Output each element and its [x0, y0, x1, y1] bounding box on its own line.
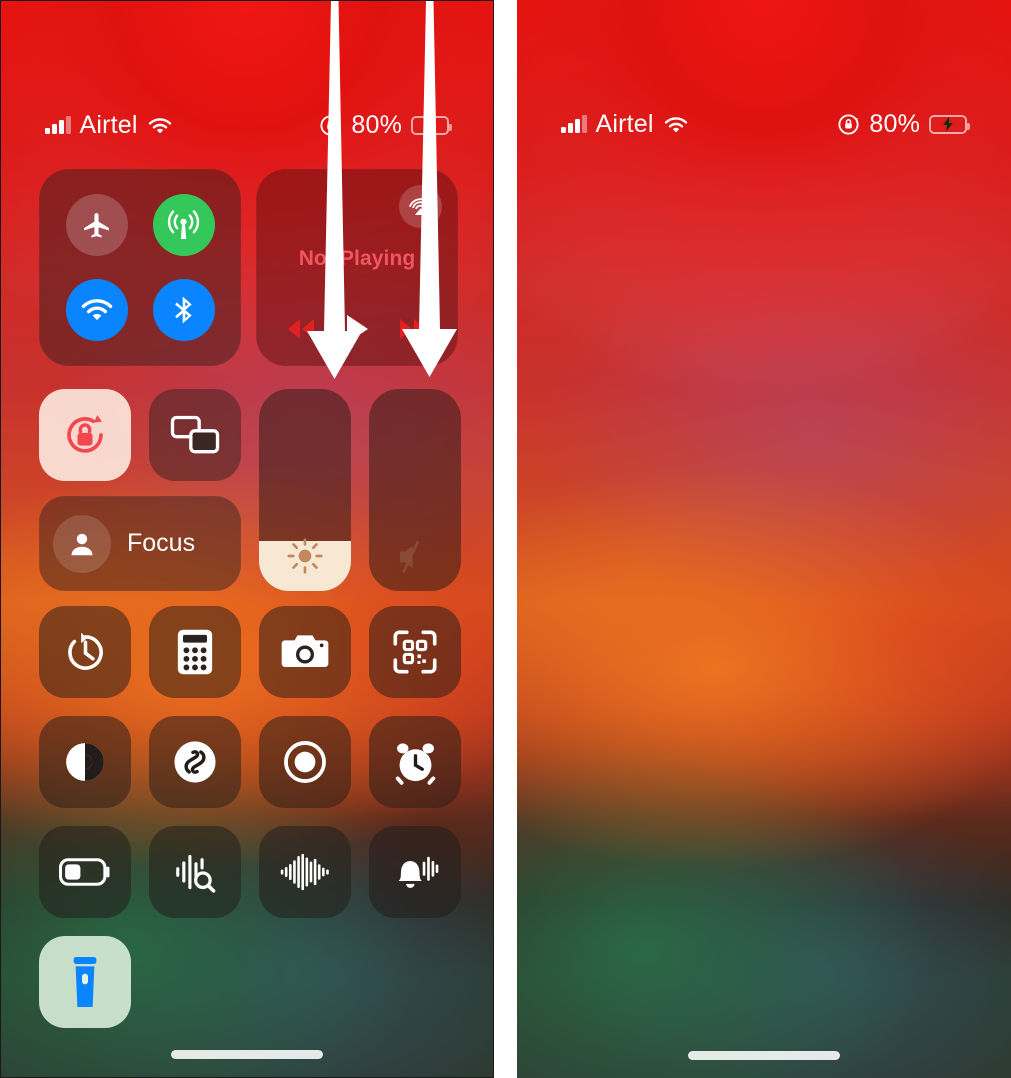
- wifi-icon: [80, 297, 114, 322]
- brightness-sun-icon: [259, 537, 351, 575]
- screen-mirroring-icon: [170, 414, 220, 456]
- live-speech-toggle[interactable]: [369, 826, 461, 918]
- phone-panel-right: Airtel 80%: [517, 0, 1011, 1078]
- brightness-slider[interactable]: [259, 389, 351, 591]
- phone-panel-left: Airtel 80% Not Playing Focus: [0, 0, 494, 1078]
- timer-toggle[interactable]: [39, 606, 131, 698]
- dark-mode-toggle[interactable]: [39, 716, 131, 808]
- volume-slider[interactable]: [369, 389, 461, 591]
- screen-record-toggle[interactable]: [259, 716, 351, 808]
- bell-waveform-icon: [390, 849, 440, 895]
- home-indicator: [688, 1051, 840, 1060]
- fast-forward-icon[interactable]: [395, 316, 431, 342]
- rotation-lock-icon: [60, 410, 110, 460]
- alarm-toggle[interactable]: [369, 716, 461, 808]
- qr-code-icon: [392, 629, 438, 675]
- wifi-button[interactable]: [65, 278, 128, 341]
- low-power-battery-icon: [59, 858, 111, 886]
- qr-scanner-toggle[interactable]: [369, 606, 461, 698]
- control-center: Not Playing: [517, 0, 1011, 1078]
- screen-record-icon: [282, 739, 328, 785]
- sound-recognition-icon: [172, 849, 218, 895]
- airplay-icon[interactable]: [399, 185, 442, 228]
- sound-recognition-toggle[interactable]: [149, 826, 241, 918]
- connectivity-module[interactable]: [39, 169, 241, 366]
- speaker-mute-icon: [369, 539, 461, 575]
- camera-toggle[interactable]: [259, 606, 351, 698]
- now-playing-title: Not Playing: [298, 247, 416, 270]
- rewind-icon[interactable]: [283, 316, 319, 342]
- now-playing-module[interactable]: Not Playing: [256, 169, 458, 366]
- low-power-toggle[interactable]: [39, 826, 131, 918]
- flashlight-icon: [70, 955, 100, 1009]
- calculator-icon: [176, 628, 214, 676]
- person-icon: [53, 514, 111, 573]
- flashlight-toggle[interactable]: [39, 936, 131, 1028]
- waveform-icon: [279, 852, 331, 892]
- voice-memos-toggle[interactable]: [259, 826, 351, 918]
- focus-label: Focus: [127, 529, 196, 557]
- shazam-icon: [171, 738, 219, 786]
- screenshot-stage: Airtel 80% Not Playing Focus Airtel 80%: [0, 0, 1011, 1078]
- bluetooth-button[interactable]: [152, 278, 215, 341]
- camera-icon: [280, 632, 330, 672]
- rotation-lock-toggle[interactable]: [39, 389, 131, 481]
- timer-icon: [63, 630, 108, 675]
- airplane-mode-button[interactable]: [65, 194, 128, 257]
- focus-module[interactable]: Focus: [39, 496, 241, 591]
- screen-mirroring-toggle[interactable]: [149, 389, 241, 481]
- calculator-toggle[interactable]: [149, 606, 241, 698]
- cellular-antenna-icon: [166, 208, 201, 243]
- play-icon[interactable]: [344, 314, 370, 344]
- alarm-clock-icon: [392, 739, 439, 786]
- airplane-icon: [80, 209, 113, 242]
- bluetooth-icon: [168, 294, 200, 326]
- dark-mode-icon: [62, 739, 108, 785]
- home-indicator: [171, 1050, 323, 1059]
- shazam-toggle[interactable]: [149, 716, 241, 808]
- cellular-data-button[interactable]: [152, 194, 215, 257]
- control-center: Not Playing: [1, 1, 493, 1077]
